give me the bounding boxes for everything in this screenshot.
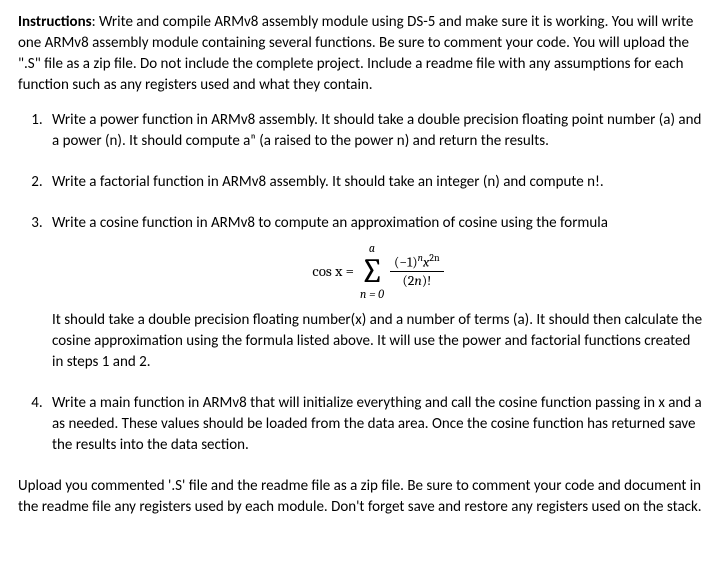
- instructions-text: : Write and compile ARMv8 assembly modul…: [18, 13, 693, 94]
- question-1: Write a power function in ARMv8 assembly…: [46, 110, 704, 152]
- sigma-lower: n = 0: [360, 288, 384, 300]
- question-1-text: Write a power function in ARMv8 assembly…: [52, 111, 701, 150]
- question-4-text: Write a main function in ARMv8 that will…: [52, 394, 702, 454]
- question-3-intro: Write a cosine function in ARMv8 to comp…: [52, 214, 608, 232]
- formula-lhs: cos x =: [312, 261, 354, 282]
- question-3: Write a cosine function in ARMv8 to comp…: [46, 213, 704, 373]
- question-2-text: Write a factorial function in ARMv8 asse…: [52, 173, 604, 191]
- instructions-paragraph: Instructions: Write and compile ARMv8 as…: [18, 12, 704, 96]
- instructions-label: Instructions: [18, 13, 92, 31]
- fraction: (−1)nx2n (2n)!: [390, 253, 444, 288]
- question-list: Write a power function in ARMv8 assembly…: [18, 110, 704, 456]
- question-4: Write a main function in ARMv8 that will…: [46, 393, 704, 456]
- sigma-icon: ∑: [360, 254, 384, 288]
- question-3-detail: It should take a double precision floati…: [52, 310, 704, 373]
- question-2: Write a factorial function in ARMv8 asse…: [46, 172, 704, 193]
- sigma-block: a ∑ n = 0: [360, 242, 384, 300]
- closing-paragraph: Upload you commented '.S' file and the r…: [18, 476, 704, 518]
- fraction-denominator: (2n)!: [398, 272, 435, 288]
- fraction-numerator: (−1)nx2n: [390, 253, 444, 272]
- cosine-formula: cos x = a ∑ n = 0 (−1)nx2n (2n)!: [52, 242, 704, 300]
